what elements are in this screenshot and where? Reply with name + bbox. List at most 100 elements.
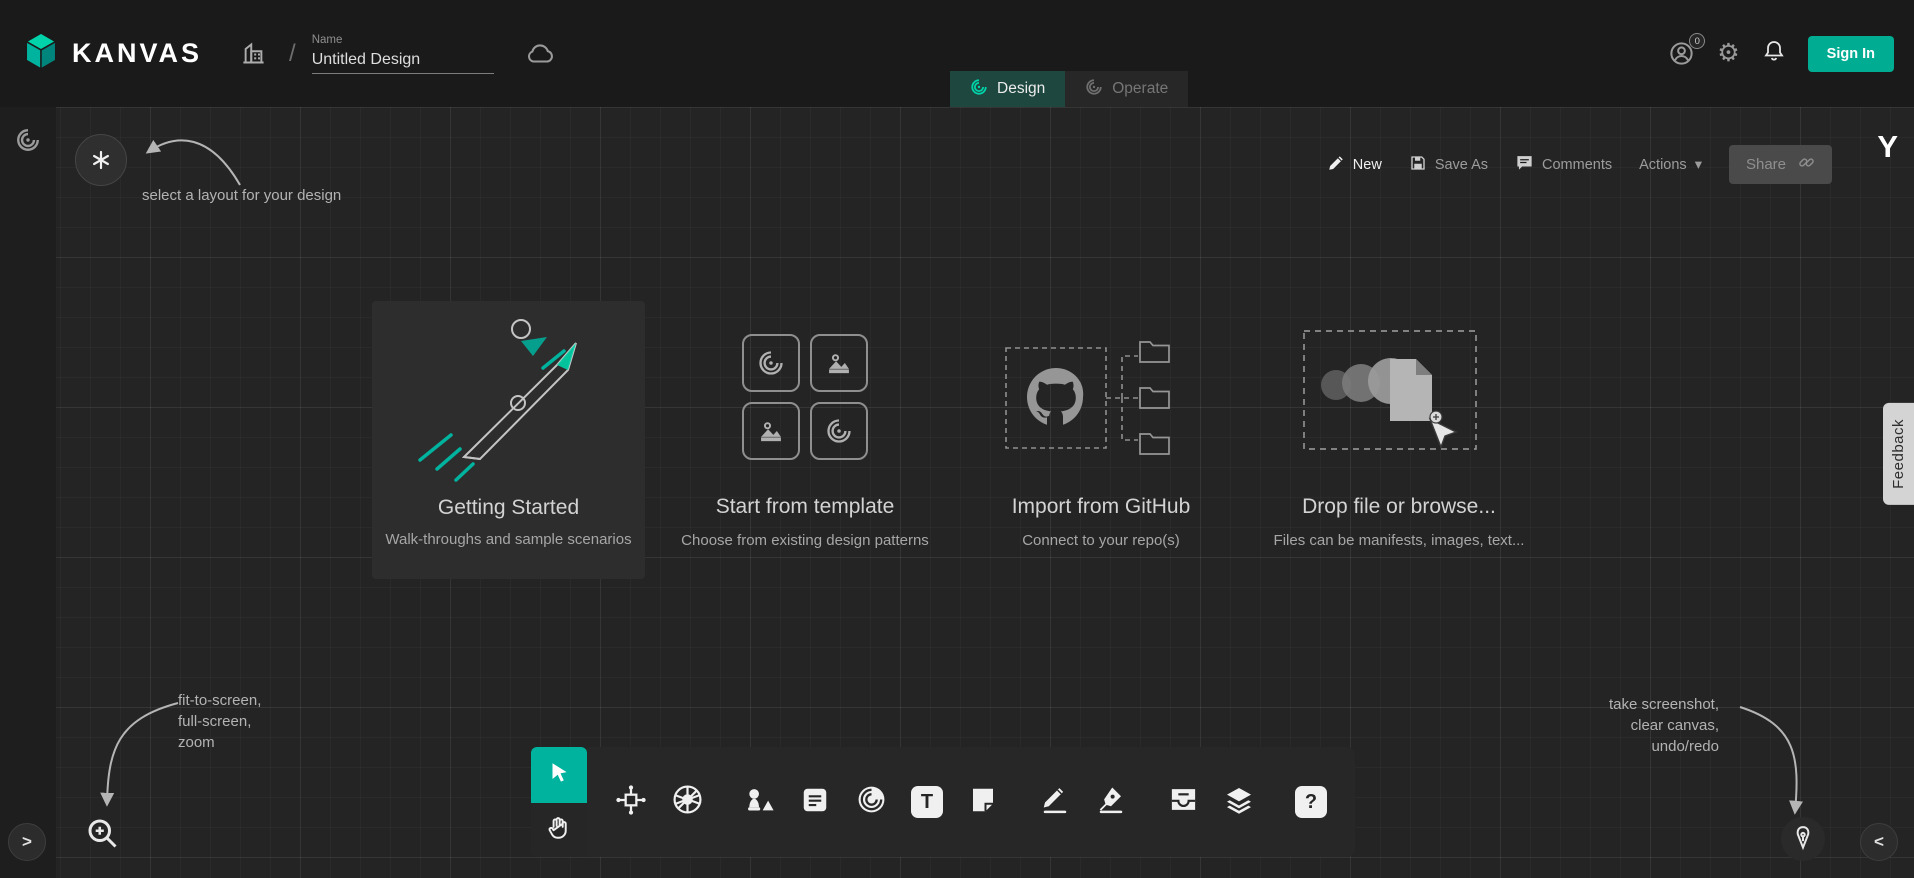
drop-file-graphic [1284, 301, 1514, 493]
comments-label: Comments [1542, 157, 1612, 173]
design-tab-label: Design [997, 80, 1045, 98]
zoom-hint-text: fit-to-screen, full-screen, zoom [178, 690, 261, 753]
template-tile-image-icon [810, 334, 868, 392]
comment-tool-icon [800, 785, 830, 820]
card-subtitle: Choose from existing design patterns [681, 532, 929, 549]
design-name-label: Name [312, 34, 494, 46]
hand-tool-button[interactable] [531, 803, 587, 857]
help-icon: ? [1295, 786, 1327, 818]
comments-icon [1515, 153, 1534, 176]
header-actions: 0 ⚙ Sign In [1668, 36, 1894, 72]
card-title: Start from template [716, 495, 895, 519]
layout-selector-button[interactable] [75, 134, 127, 186]
collapse-panel-button[interactable]: < [1860, 823, 1898, 861]
drawer-button[interactable] [1155, 747, 1211, 857]
card-drop-file[interactable]: Drop file or browse... Files can be mani… [1234, 301, 1564, 549]
mode-tabs: Design Operate [950, 71, 1188, 107]
card-subtitle: Connect to your repo(s) [1022, 532, 1180, 549]
card-subtitle: Files can be manifests, images, text... [1274, 532, 1525, 549]
text-tool-icon: T [911, 786, 943, 818]
card-title: Drop file or browse... [1302, 495, 1496, 519]
template-tile-spiral-icon [810, 402, 868, 460]
app-header: KANVAS / Name Design [0, 0, 1914, 107]
zoom-icon [84, 838, 120, 855]
components-icon [615, 784, 647, 821]
save-as-label: Save As [1435, 157, 1488, 173]
pen-tool-icon [1789, 823, 1817, 856]
screenshot-hint-text: take screenshot, clear canvas, undo/redo [1609, 694, 1719, 757]
notifications-bell-icon[interactable] [1762, 39, 1786, 68]
share-link-icon [1798, 154, 1815, 175]
card-start-from-template[interactable]: Start from template Choose from existing… [640, 301, 970, 549]
share-button[interactable]: Share [1729, 145, 1832, 184]
card-title: Getting Started [438, 496, 579, 520]
annotate-pen-icon [1096, 785, 1126, 820]
cloud-sync-icon[interactable] [524, 42, 556, 65]
github-octocat-icon [1027, 368, 1083, 425]
brand-text: KANVAS [72, 38, 202, 69]
card-import-from-github[interactable]: Import from GitHub Connect to your repo(… [936, 301, 1266, 549]
operate-tab-label: Operate [1112, 80, 1168, 98]
comment-tool-button[interactable] [787, 747, 843, 857]
kanvas-logo-icon [20, 30, 62, 77]
left-rail: > [0, 107, 56, 878]
operate-tab-icon [1085, 78, 1103, 101]
text-tool-button[interactable]: T [899, 747, 955, 857]
profile-icon[interactable]: 0 [1668, 40, 1695, 67]
shapes-tool-button[interactable] [731, 747, 787, 857]
cursor-tool-button[interactable] [531, 747, 587, 803]
tab-operate[interactable]: Operate [1065, 71, 1188, 107]
shapes-icon [742, 785, 776, 820]
meshery-tool-button[interactable] [843, 747, 899, 857]
design-canvas[interactable]: > select a layout for your design New Sa… [0, 107, 1914, 878]
note-tool-button[interactable] [955, 747, 1011, 857]
feedback-tab[interactable]: Feedback [1883, 403, 1914, 505]
zoom-control-button[interactable] [84, 815, 120, 856]
template-tile-spiral-icon [742, 334, 800, 392]
settings-gear-icon[interactable]: ⚙ [1717, 41, 1739, 66]
card-getting-started[interactable]: Getting Started Walk-throughs and sample… [372, 301, 645, 579]
folder-icon [1140, 342, 1169, 454]
layer5-logo[interactable]: Y [1877, 129, 1898, 165]
kubernetes-tool-button[interactable] [659, 747, 715, 857]
annotate-pencil-icon [1040, 785, 1070, 820]
github-import-graphic [976, 301, 1226, 493]
expand-panel-button[interactable]: > [8, 823, 46, 861]
organization-icon[interactable] [240, 40, 267, 67]
layers-button[interactable] [1211, 747, 1267, 857]
notification-count-badge: 0 [1689, 33, 1705, 49]
help-button[interactable]: ? [1283, 747, 1339, 857]
actions-dropdown[interactable]: Actions ▾ [1639, 157, 1702, 173]
design-tab-icon [970, 78, 988, 101]
breadcrumb-separator: / [289, 40, 296, 68]
tool-dock: T [531, 747, 1355, 857]
tab-design[interactable]: Design [950, 71, 1065, 107]
save-as-button[interactable]: Save As [1409, 154, 1488, 176]
card-title: Import from GitHub [1012, 495, 1191, 519]
card-subtitle: Walk-throughs and sample scenarios [377, 531, 639, 548]
kubernetes-icon [671, 783, 704, 821]
kanvas-logo[interactable]: KANVAS [20, 30, 202, 77]
template-tile-image-icon [742, 402, 800, 460]
hand-tool-icon [546, 815, 572, 846]
annotate-pen-button[interactable] [1083, 747, 1139, 857]
screenshot-pen-button[interactable] [1781, 817, 1825, 861]
new-pencil-icon [1327, 154, 1345, 176]
design-name-field: Name [312, 34, 494, 74]
new-design-button[interactable]: New [1327, 154, 1382, 176]
meshery-spiral-icon [15, 127, 41, 158]
template-tiles-icon [742, 301, 868, 493]
comments-button[interactable]: Comments [1515, 153, 1612, 176]
sign-in-button[interactable]: Sign In [1808, 36, 1894, 72]
save-as-icon [1409, 154, 1427, 176]
annotate-pencil-button[interactable] [1027, 747, 1083, 857]
layout-hint-text: select a layout for your design [142, 185, 341, 206]
new-label: New [1353, 157, 1382, 173]
components-tool-button[interactable] [603, 747, 659, 857]
getting-started-rocket-doodle [393, 309, 625, 496]
design-name-input[interactable] [312, 49, 494, 74]
meshery-tool-icon [856, 784, 887, 820]
caret-down-icon: ▾ [1695, 157, 1702, 173]
cursor-tool-icon [546, 760, 572, 791]
drawer-icon [1168, 784, 1199, 820]
